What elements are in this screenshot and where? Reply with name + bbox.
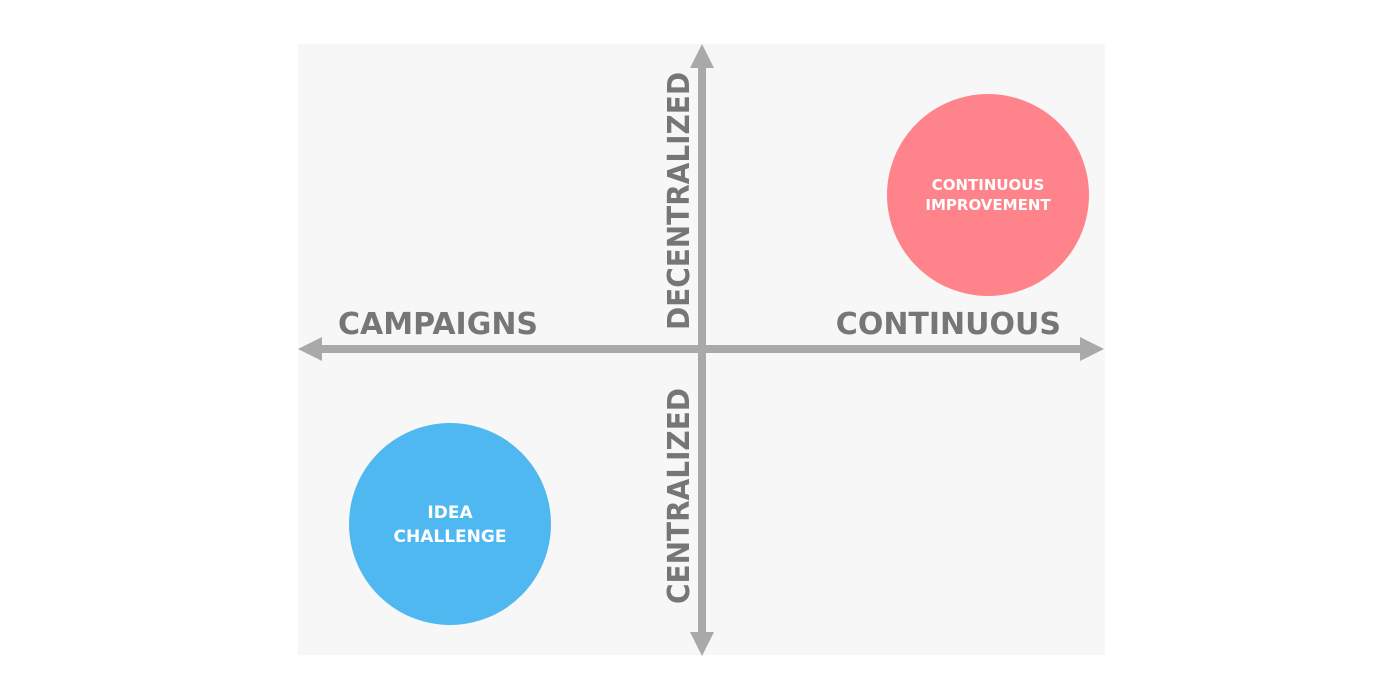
- axis-label-centralized: CENTRALIZED: [662, 388, 697, 604]
- bubble-label-line: IDEA: [427, 503, 473, 523]
- quadrant-diagram: CAMPAIGNS CONTINUOUS DECENTRALIZED CENTR…: [298, 44, 1104, 656]
- bubble-label-line: CONTINUOUS: [932, 176, 1045, 194]
- bubble-circle: [349, 423, 551, 625]
- down-arrow-icon: [690, 632, 714, 656]
- bubble-label-line: CHALLENGE: [394, 527, 507, 547]
- bubble-continuous-improvement: CONTINUOUS IMPROVEMENT: [887, 94, 1089, 296]
- axis-label-continuous: CONTINUOUS: [836, 307, 1061, 342]
- bubble-label-line: IMPROVEMENT: [925, 196, 1051, 214]
- axis-label-campaigns: CAMPAIGNS: [338, 307, 538, 342]
- right-arrow-icon: [1080, 337, 1104, 361]
- left-arrow-icon: [298, 337, 322, 361]
- axis-label-decentralized: DECENTRALIZED: [662, 72, 697, 330]
- bubble-circle: [887, 94, 1089, 296]
- bubble-idea-challenge: IDEA CHALLENGE: [349, 423, 551, 625]
- up-arrow-icon: [690, 44, 714, 68]
